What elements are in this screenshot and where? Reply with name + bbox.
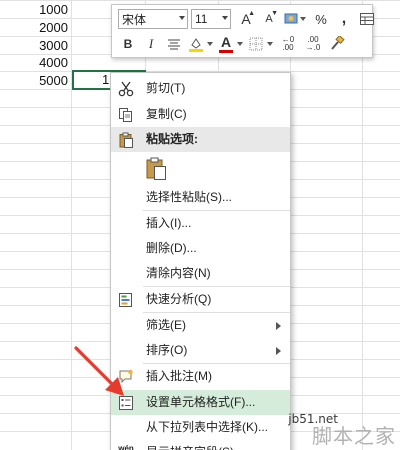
chevron-down-icon — [300, 17, 306, 21]
percent-button[interactable]: % — [311, 9, 331, 29]
menu-item-label: 显示拼音字段(S) — [146, 440, 234, 450]
menu-header-paste-options: 粘贴选项: — [111, 127, 290, 152]
paste-option-button[interactable] — [111, 153, 290, 185]
paintbrush-icon — [331, 36, 345, 50]
menu-item-label: 删除(D)... — [146, 241, 197, 255]
clipboard-icon — [117, 131, 135, 149]
copy-icon — [117, 106, 135, 124]
font-name-combo[interactable]: 宋体 — [118, 9, 188, 29]
menu-item-copy[interactable]: 复制(C) — [111, 102, 290, 127]
paste-icon — [145, 157, 167, 181]
comma-style-button[interactable]: , — [334, 9, 354, 29]
menu-item-label: 清除内容(N) — [146, 266, 211, 280]
chevron-right-icon — [276, 322, 281, 330]
align-center-button[interactable] — [164, 34, 184, 54]
accounting-format-button[interactable] — [282, 9, 308, 29]
menu-item-label: 复制(C) — [146, 107, 187, 121]
scissors-icon — [117, 80, 135, 98]
font-color-swatch — [219, 50, 233, 53]
format-painter-top-button[interactable] — [357, 9, 377, 29]
cell-a1[interactable]: 1000 — [0, 0, 68, 20]
quick-analysis-icon — [117, 291, 135, 309]
italic-button[interactable]: I — [141, 34, 161, 54]
borders-button[interactable] — [247, 34, 265, 54]
menu-item-label: 排序(O) — [146, 343, 188, 357]
menu-item-phonetic[interactable]: wén 显示拼音字段(S) — [111, 440, 290, 450]
font-name-value: 宋体 — [122, 12, 147, 27]
menu-item-filter[interactable]: 筛选(E) — [111, 313, 290, 338]
borders-icon — [249, 37, 263, 51]
menu-item-label: 剪切(T) — [146, 81, 186, 95]
borders-dropdown[interactable] — [265, 34, 275, 54]
annotation-arrow — [74, 346, 124, 396]
menu-item-sort[interactable]: 排序(O) — [111, 338, 290, 363]
phonetic-icon: wén — [118, 444, 134, 450]
cell-a2[interactable]: 2000 — [0, 18, 68, 38]
format-painter-button[interactable] — [327, 34, 347, 54]
fill-color-dropdown[interactable] — [205, 34, 215, 54]
menu-item-cut[interactable]: 剪切(T) — [111, 76, 290, 101]
menu-item-label: 粘贴选项: — [146, 132, 198, 146]
menu-item-insert[interactable]: 插入(I)... — [111, 211, 290, 236]
menu-item-paste-special[interactable]: 选择性粘贴(S)... — [111, 185, 290, 210]
menu-item-quick-analysis[interactable]: 快速分析(Q) — [111, 287, 290, 312]
increase-decimal-button[interactable]: ←0 .00 — [277, 34, 299, 54]
watermark-brand: 脚本之家 — [312, 424, 396, 448]
cell-a4[interactable]: 4000 — [0, 53, 68, 73]
accounting-format-icon — [284, 13, 298, 24]
menu-item-insert-comment[interactable]: 插入批注(M) — [111, 364, 290, 389]
grow-font-button[interactable]: A ▲ — [236, 9, 256, 29]
menu-item-label: 从下拉列表中选择(K)... — [146, 420, 268, 434]
font-size-value: 11 — [195, 12, 208, 26]
menu-item-pick-from-list[interactable]: 从下拉列表中选择(K)... — [111, 415, 290, 440]
chevron-down-icon — [179, 16, 185, 20]
fill-color-button[interactable] — [187, 34, 205, 54]
decrease-decimal-button[interactable]: .00 →.0 — [302, 34, 324, 54]
font-color-button[interactable]: A — [217, 34, 235, 54]
align-center-icon — [168, 39, 180, 50]
menu-item-label: 设置单元格格式(F)... — [146, 395, 256, 409]
menu-item-format-cells[interactable]: 设置单元格格式(F)... — [111, 390, 290, 415]
cell-a5[interactable]: 5000 — [0, 71, 68, 91]
chevron-down-icon — [237, 42, 243, 46]
menu-item-label: 快速分析(Q) — [146, 292, 212, 306]
font-color-dropdown[interactable] — [235, 34, 245, 54]
menu-item-delete[interactable]: 删除(D)... — [111, 236, 290, 261]
chevron-down-icon — [222, 16, 228, 20]
menu-item-label: 筛选(E) — [146, 318, 186, 332]
chevron-down-icon — [207, 42, 213, 46]
shrink-font-button[interactable]: A ▼ — [259, 9, 279, 29]
mini-toolbar: 宋体 11 A ▲ A ▼ % , B I A ←0 .00 .00 →.0 — [111, 4, 374, 58]
fill-bucket-icon — [189, 38, 203, 52]
table-icon — [360, 13, 374, 25]
chevron-down-icon — [267, 42, 273, 46]
chevron-right-icon — [276, 347, 281, 355]
menu-item-label: 插入批注(M) — [146, 369, 212, 383]
context-menu: 剪切(T) 复制(C) 粘贴选项: 选择性粘贴(S)... 插入(I)... 删… — [110, 72, 291, 450]
menu-item-label: 插入(I)... — [146, 216, 192, 230]
font-size-combo[interactable]: 11 — [191, 9, 231, 29]
bold-button[interactable]: B — [118, 34, 138, 54]
menu-item-clear-contents[interactable]: 清除内容(N) — [111, 261, 290, 286]
menu-item-label: 选择性粘贴(S)... — [146, 190, 232, 204]
